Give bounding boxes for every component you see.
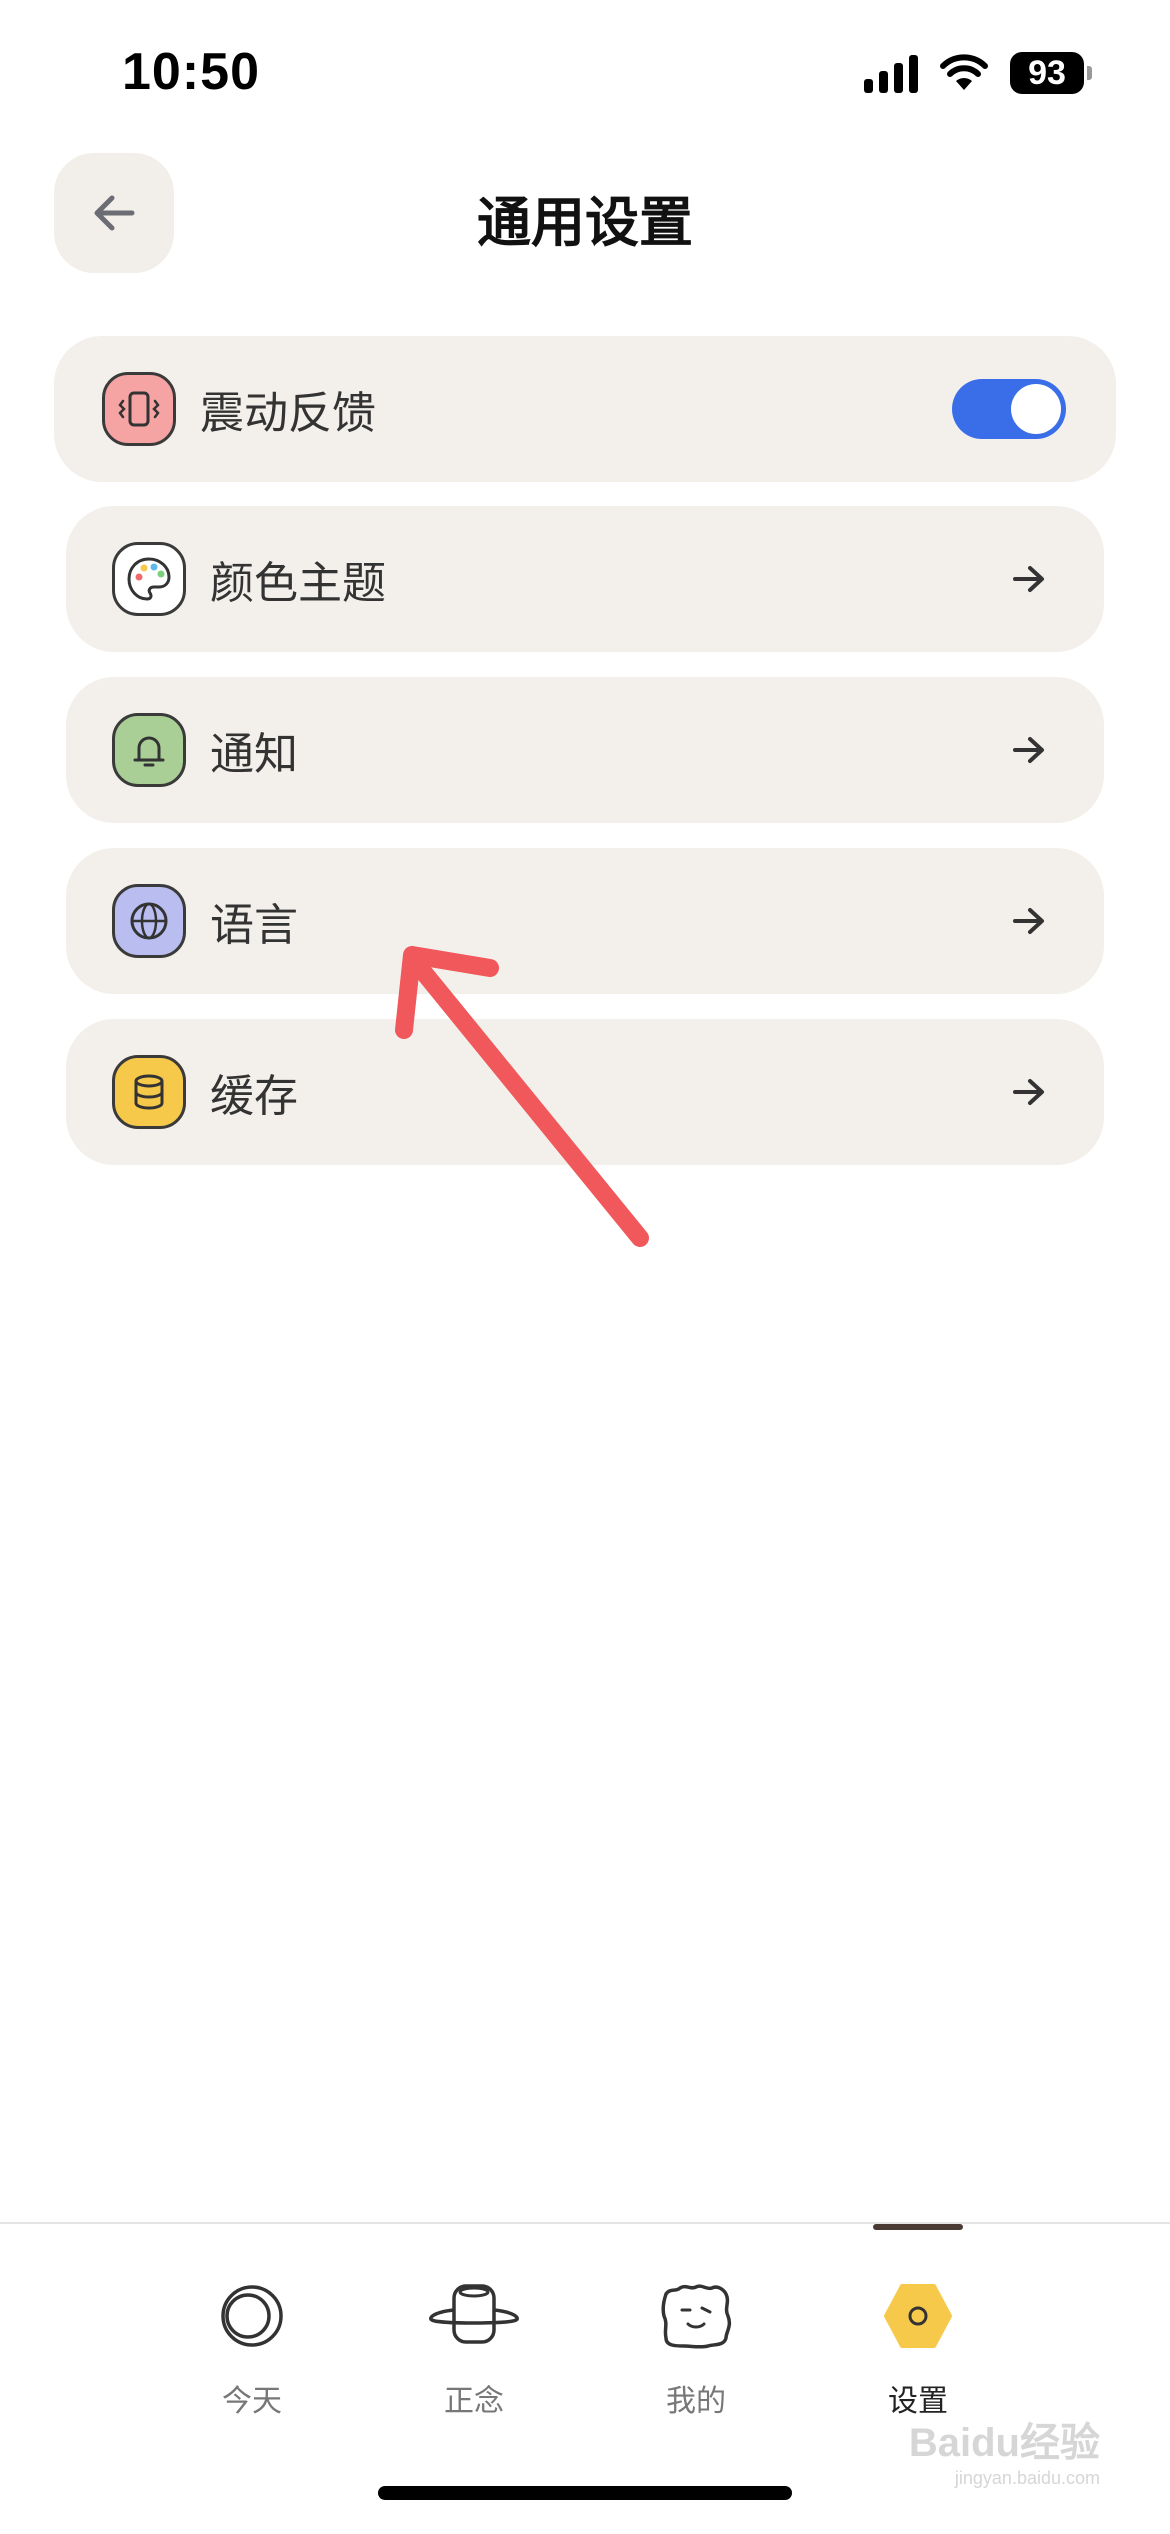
setting-cache[interactable]: 缓存: [66, 1019, 1104, 1165]
tab-label: 今天: [222, 2384, 282, 2419]
tab-settings[interactable]: 设置: [838, 2276, 998, 2420]
setting-label: 缓存: [210, 1071, 298, 1122]
setting-label: 颜色主题: [210, 558, 386, 609]
battery-level: 93: [1010, 52, 1084, 94]
page-title: 通用设置: [477, 191, 693, 254]
database-icon: [112, 1055, 186, 1129]
vibration-icon: [102, 372, 176, 446]
vibration-toggle[interactable]: [952, 379, 1066, 439]
palette-icon: [112, 542, 186, 616]
setting-vibration-feedback[interactable]: 震动反馈: [54, 336, 1116, 482]
planet-icon: [424, 2276, 524, 2356]
cellular-signal-icon: [864, 53, 918, 93]
status-bar: 10:50 93: [0, 0, 1170, 150]
arrow-right-icon: [1004, 725, 1054, 775]
active-tab-indicator: [873, 2224, 963, 2230]
status-time: 10:50: [122, 43, 260, 101]
home-indicator[interactable]: [378, 2486, 792, 2500]
wifi-icon: [940, 54, 988, 90]
setting-notifications[interactable]: 通知: [66, 677, 1104, 823]
moon-circle-icon: [202, 2276, 302, 2356]
globe-icon: [112, 884, 186, 958]
tab-label: 我的: [666, 2384, 726, 2419]
face-icon: [646, 2276, 746, 2356]
setting-language[interactable]: 语言: [66, 848, 1104, 994]
setting-color-theme[interactable]: 颜色主题: [66, 506, 1104, 652]
watermark: Baidu经验 jingyan.baidu.com: [908, 2421, 1100, 2488]
status-icons: 93: [864, 52, 1092, 94]
arrow-right-icon: [1004, 1067, 1054, 1117]
tab-today[interactable]: 今天: [172, 2276, 332, 2420]
toggle-knob: [1011, 384, 1061, 434]
setting-label: 通知: [210, 729, 298, 780]
tab-label: 正念: [444, 2384, 504, 2419]
battery-icon: 93: [1010, 52, 1092, 94]
bell-icon: [112, 713, 186, 787]
setting-label: 语言: [210, 900, 298, 951]
arrow-right-icon: [1004, 554, 1054, 604]
tab-mine[interactable]: 我的: [616, 2276, 776, 2420]
hexagon-icon: [868, 2276, 968, 2356]
tab-mindfulness[interactable]: 正念: [394, 2276, 554, 2420]
setting-label: 震动反馈: [200, 388, 376, 439]
arrow-right-icon: [1004, 896, 1054, 946]
